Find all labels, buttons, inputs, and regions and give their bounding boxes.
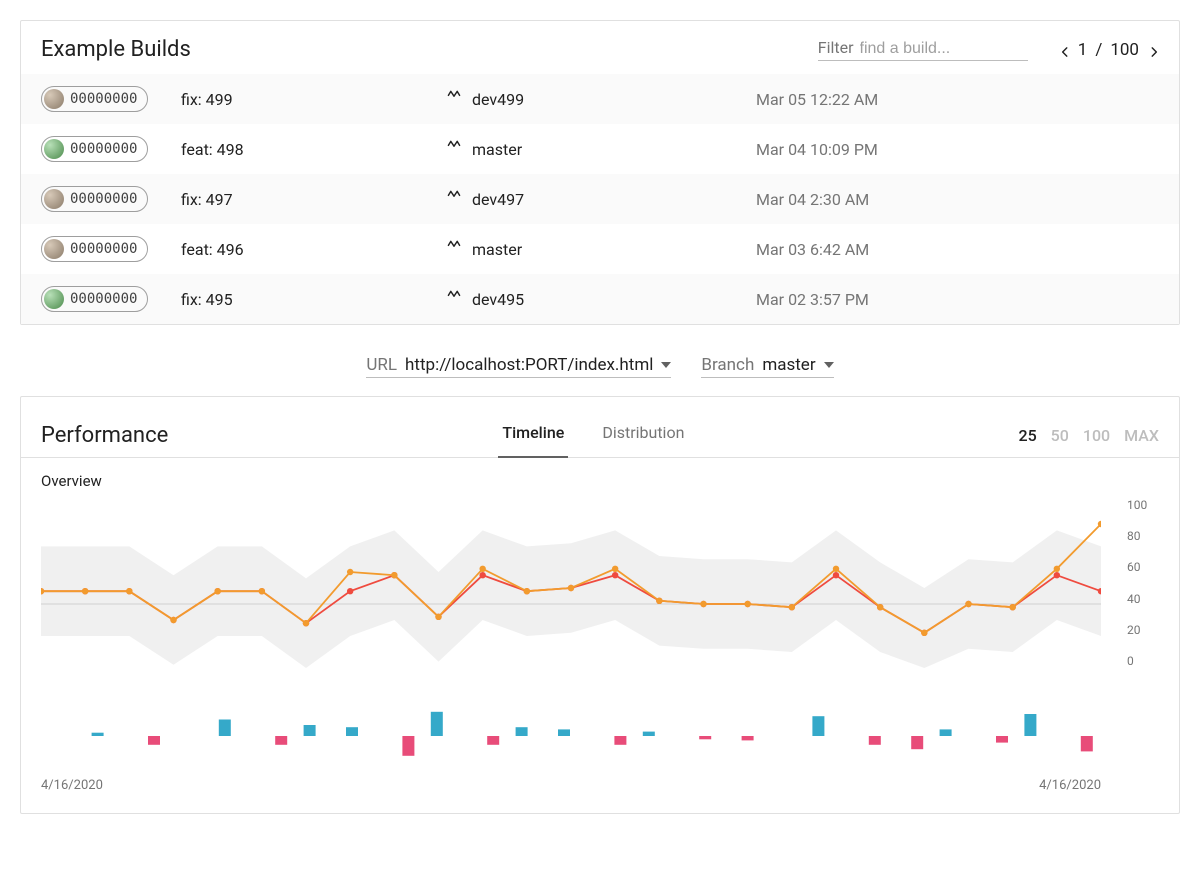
- range-max[interactable]: MAX: [1124, 426, 1159, 445]
- range-100[interactable]: 100: [1083, 426, 1110, 445]
- build-row[interactable]: 00000000 feat: 496 master Mar 03 6:42 AM: [21, 224, 1179, 274]
- branch-icon: [446, 289, 462, 309]
- avatar: [44, 189, 64, 209]
- build-date: Mar 03 6:42 AM: [756, 240, 869, 259]
- filter-input[interactable]: [860, 40, 1067, 58]
- build-hash-col: 00000000: [41, 236, 181, 262]
- ytick: 0: [1127, 654, 1159, 668]
- y-axis: 100 80 60 40 20 0: [1127, 498, 1159, 668]
- build-date: Mar 05 12:22 AM: [756, 90, 878, 109]
- range-options: 25 50 100 MAX: [1018, 426, 1159, 445]
- build-hash-col: 00000000: [41, 186, 181, 212]
- build-hash-col: 00000000: [41, 286, 181, 312]
- ytick: 100: [1127, 498, 1159, 512]
- commit-hash: 00000000: [70, 241, 137, 257]
- pager-sep: /: [1095, 40, 1102, 60]
- branch-col: master: [446, 239, 756, 259]
- url-label: URL: [366, 355, 397, 375]
- branch-col: dev499: [446, 89, 756, 109]
- overview-bars-chart: [41, 704, 1101, 764]
- branch-col: dev495: [446, 289, 756, 309]
- ytick: 20: [1127, 623, 1159, 637]
- commit-message: fix: 499: [181, 90, 446, 109]
- performance-body: Overview 100 80 60 40 20 0 4/16/2020 4/1…: [21, 458, 1179, 813]
- overview-label: Overview: [41, 472, 1159, 490]
- build-row[interactable]: 00000000 feat: 498 master Mar 04 10:09 PM: [21, 124, 1179, 174]
- builds-list: 00000000fix: 499dev499Mar 05 12:22 AM000…: [21, 74, 1179, 324]
- builds-card: Example Builds Filter 1 / 100 00000000 fi…: [20, 20, 1180, 325]
- branch-icon: [446, 239, 462, 259]
- performance-card: Performance Timeline Distribution 25 50 …: [20, 396, 1180, 814]
- branch-label: Branch: [701, 355, 754, 375]
- commit-hash-pill[interactable]: 00000000: [41, 286, 148, 312]
- build-row[interactable]: 00000000 fix: 499 dev499 Mar 05 12:22 AM: [21, 74, 1179, 124]
- build-date: Mar 02 3:57 PM: [756, 290, 869, 309]
- range-50[interactable]: 50: [1051, 426, 1069, 445]
- build-date: Mar 04 10:09 PM: [756, 140, 878, 159]
- branch-name: dev499: [472, 90, 524, 109]
- build-date: Mar 04 2:30 AM: [756, 190, 869, 209]
- commit-hash: 00000000: [70, 141, 137, 157]
- filter-field[interactable]: Filter: [818, 38, 1028, 61]
- commit-hash-pill[interactable]: 00000000: [41, 86, 148, 112]
- range-25[interactable]: 25: [1018, 426, 1036, 445]
- url-value: http://localhost:PORT/index.html: [405, 355, 653, 375]
- performance-header: Performance Timeline Distribution 25 50 …: [21, 397, 1179, 458]
- branch-name: dev495: [472, 290, 524, 309]
- chevron-right-icon[interactable]: [1147, 44, 1159, 56]
- filter-label: Filter: [818, 38, 854, 57]
- avatar: [44, 289, 64, 309]
- commit-message: feat: 498: [181, 140, 446, 159]
- avatar: [44, 239, 64, 259]
- branch-name: master: [472, 140, 522, 159]
- chevron-left-icon[interactable]: [1058, 44, 1070, 56]
- commit-hash: 00000000: [70, 191, 137, 207]
- branch-col: master: [446, 139, 756, 159]
- branch-icon: [446, 189, 462, 209]
- branch-name: master: [472, 240, 522, 259]
- pager: 1 / 100: [1058, 40, 1159, 60]
- builds-title: Example Builds: [41, 37, 191, 62]
- overview-chart: 100 80 60 40 20 0: [41, 498, 1159, 698]
- build-hash-col: 00000000: [41, 136, 181, 162]
- commit-hash: 00000000: [70, 291, 137, 307]
- caret-down-icon: [661, 355, 671, 375]
- caret-down-icon: [824, 355, 834, 375]
- branch-col: dev497: [446, 189, 756, 209]
- commit-hash-pill[interactable]: 00000000: [41, 136, 148, 162]
- commit-message: feat: 496: [181, 240, 446, 259]
- commit-hash: 00000000: [70, 91, 137, 107]
- branch-icon: [446, 139, 462, 159]
- build-row[interactable]: 00000000 fix: 495 dev495 Mar 02 3:57 PM: [21, 274, 1179, 324]
- avatar: [44, 89, 64, 109]
- commit-hash-pill[interactable]: 00000000: [41, 236, 148, 262]
- filters-row: URL http://localhost:PORT/index.html Bra…: [20, 345, 1180, 396]
- commit-message: fix: 497: [181, 190, 446, 209]
- ytick: 60: [1127, 560, 1159, 574]
- pager-total: 100: [1110, 40, 1139, 60]
- branch-icon: [446, 89, 462, 109]
- x-end: 4/16/2020: [1039, 778, 1101, 793]
- x-axis: 4/16/2020 4/16/2020: [41, 778, 1101, 793]
- ytick: 80: [1127, 529, 1159, 543]
- commit-hash-pill[interactable]: 00000000: [41, 186, 148, 212]
- build-hash-col: 00000000: [41, 86, 181, 112]
- ytick: 40: [1127, 592, 1159, 606]
- tab-distribution[interactable]: Distribution: [598, 413, 688, 458]
- branch-selector[interactable]: Branch master: [701, 355, 833, 378]
- x-start: 4/16/2020: [41, 778, 103, 793]
- perf-tabs: Timeline Distribution: [498, 413, 688, 457]
- avatar: [44, 139, 64, 159]
- build-row[interactable]: 00000000 fix: 497 dev497 Mar 04 2:30 AM: [21, 174, 1179, 224]
- builds-header: Example Builds Filter 1 / 100: [21, 21, 1179, 74]
- url-selector[interactable]: URL http://localhost:PORT/index.html: [366, 355, 671, 378]
- performance-title: Performance: [41, 423, 168, 448]
- branch-name: dev497: [472, 190, 524, 209]
- overview-line-chart: [41, 498, 1101, 698]
- commit-message: fix: 495: [181, 290, 446, 309]
- branch-value: master: [762, 355, 815, 375]
- pager-current: 1: [1078, 40, 1088, 60]
- tab-timeline[interactable]: Timeline: [498, 413, 568, 458]
